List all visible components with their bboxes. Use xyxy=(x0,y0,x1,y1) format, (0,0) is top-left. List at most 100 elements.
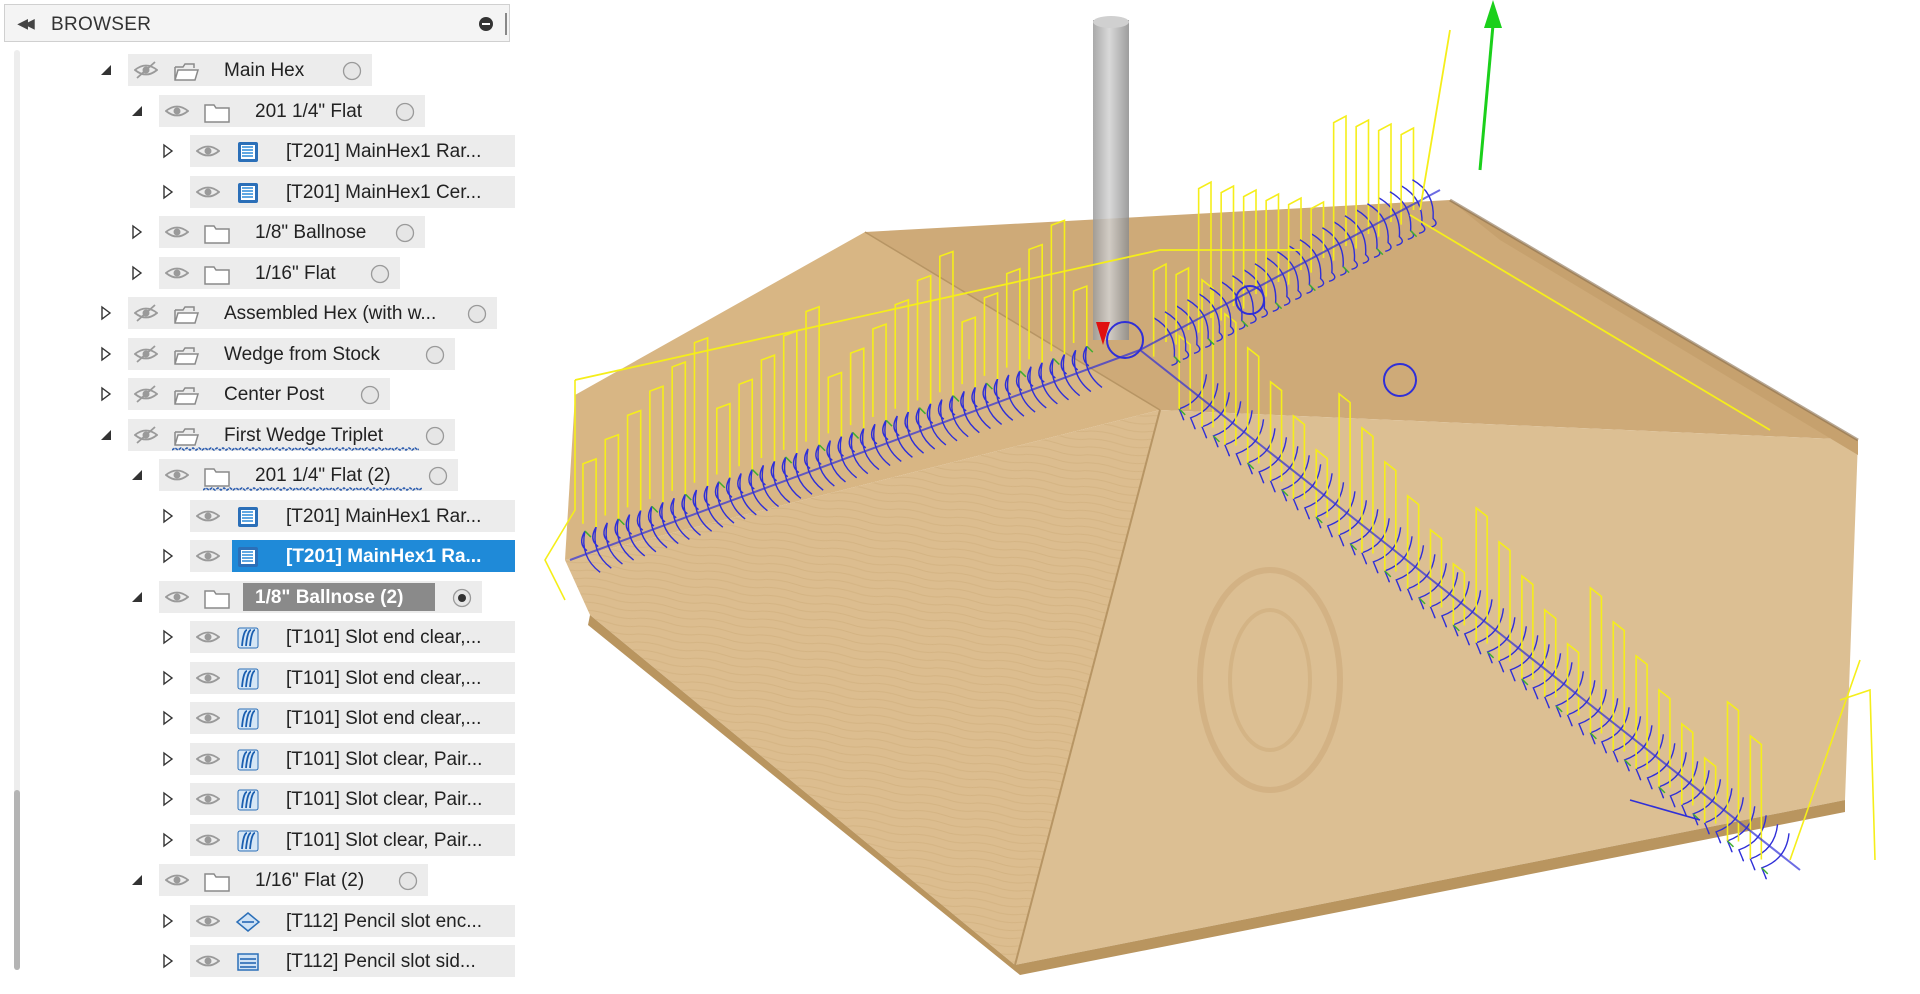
expand-triangle-icon[interactable] xyxy=(160,143,176,159)
eye-hidden-icon[interactable] xyxy=(133,385,159,403)
radio-icon[interactable] xyxy=(395,102,415,122)
tree-row[interactable]: 1/8" Ballnose (2) xyxy=(129,580,515,613)
radio-icon[interactable] xyxy=(425,426,445,446)
expand-triangle-icon[interactable] xyxy=(160,670,176,686)
tree-row[interactable]: 1/16" Flat (2) xyxy=(129,864,515,896)
tree-row[interactable]: [T101] Slot end clear,... xyxy=(160,702,515,734)
collapse-triangle-icon[interactable] xyxy=(129,872,145,888)
collapse-triangle-icon[interactable] xyxy=(98,427,114,443)
setup-icon xyxy=(172,60,200,82)
eye-icon[interactable] xyxy=(195,547,221,565)
eye-icon[interactable] xyxy=(195,709,221,727)
radio-icon[interactable] xyxy=(398,871,418,891)
tree-item-label: [T101] Slot clear, Pair... xyxy=(286,829,483,851)
eye-hidden-icon[interactable] xyxy=(133,425,159,444)
expand-triangle-icon[interactable] xyxy=(160,629,176,645)
eye-icon[interactable] xyxy=(164,871,190,889)
folder-icon xyxy=(203,870,231,892)
minus-circle-icon[interactable] xyxy=(479,17,493,31)
eye-icon[interactable] xyxy=(195,952,221,970)
tree-row[interactable]: First Wedge Triplet xyxy=(98,418,515,451)
expand-triangle-icon[interactable] xyxy=(129,265,145,281)
expand-triangle-icon[interactable] xyxy=(160,710,176,726)
tree-row[interactable]: [T201] MainHex1 Cer... xyxy=(160,175,515,208)
double-chevron-left-icon[interactable]: ◀◀ xyxy=(13,15,35,31)
eye-icon[interactable] xyxy=(195,628,221,646)
op-adaptive-icon xyxy=(234,141,262,163)
collapse-triangle-icon[interactable] xyxy=(129,467,145,483)
tree-row[interactable]: Assembled Hex (with w... xyxy=(98,297,515,329)
expand-triangle-icon[interactable] xyxy=(98,386,114,402)
tree-row[interactable]: Wedge from Stock xyxy=(98,337,515,370)
eye-icon[interactable] xyxy=(195,142,221,160)
browser-panel: ◀◀ BROWSER Main Hex 201 1/4" Flat [T201] M… xyxy=(0,0,515,994)
toolpath-scene[interactable] xyxy=(515,0,1920,994)
eye-icon[interactable] xyxy=(164,466,190,484)
radio-icon[interactable] xyxy=(360,385,380,405)
eye-icon[interactable] xyxy=(164,588,190,606)
cutting-pass xyxy=(1749,824,1779,871)
expand-triangle-icon[interactable] xyxy=(160,184,176,200)
radio-icon[interactable] xyxy=(342,61,362,81)
active-radio-icon[interactable] xyxy=(452,588,472,608)
tree-row[interactable]: 1/8" Ballnose xyxy=(129,216,515,248)
eye-icon[interactable] xyxy=(164,264,190,282)
expand-triangle-icon[interactable] xyxy=(98,346,114,362)
eye-icon[interactable] xyxy=(164,102,190,120)
tree-row[interactable]: [T101] Slot clear, Pair... xyxy=(160,823,515,856)
collapse-triangle-icon[interactable] xyxy=(129,589,145,605)
tree-row[interactable]: Main Hex xyxy=(98,54,515,86)
eye-icon[interactable] xyxy=(164,223,190,241)
tree-item-label: [T201] MainHex1 Ra... xyxy=(286,546,482,567)
expand-triangle-icon[interactable] xyxy=(160,508,176,524)
eye-icon[interactable] xyxy=(195,183,221,201)
collapse-triangle-icon[interactable] xyxy=(98,62,114,78)
eye-icon[interactable] xyxy=(195,750,221,768)
radio-icon[interactable] xyxy=(425,345,445,365)
expand-triangle-icon[interactable] xyxy=(98,305,114,321)
radio-icon[interactable] xyxy=(428,466,448,486)
expand-triangle-icon[interactable] xyxy=(129,224,145,240)
resize-grip[interactable] xyxy=(505,13,507,35)
expand-triangle-icon[interactable] xyxy=(160,751,176,767)
graphics-viewport[interactable] xyxy=(515,0,1920,994)
tree-item-label: First Wedge Triplet xyxy=(224,424,384,446)
tree-row[interactable]: 1/16" Flat xyxy=(129,256,515,289)
expand-triangle-icon[interactable] xyxy=(160,832,176,848)
expand-triangle-icon[interactable] xyxy=(160,791,176,807)
tree-row[interactable]: 201 1/4" Flat xyxy=(129,94,515,127)
warning-squiggle xyxy=(172,446,419,451)
scrollbar-thumb[interactable] xyxy=(14,790,20,970)
tree-row[interactable]: [T112] Pencil slot enc... xyxy=(160,904,515,937)
radio-icon[interactable] xyxy=(370,264,390,284)
folder-icon xyxy=(203,263,231,285)
tree-row[interactable]: [T201] MainHex1 Rar... xyxy=(160,135,515,167)
tree-row[interactable]: Center Post xyxy=(98,378,515,410)
tool-shank-top xyxy=(1093,16,1129,28)
eye-icon[interactable] xyxy=(195,831,221,849)
tree-row[interactable]: [T201] MainHex1 Ra... xyxy=(160,540,515,572)
eye-icon[interactable] xyxy=(195,669,221,687)
expand-triangle-icon[interactable] xyxy=(160,913,176,929)
expand-triangle-icon[interactable] xyxy=(160,548,176,564)
eye-icon[interactable] xyxy=(195,790,221,808)
eye-hidden-icon[interactable] xyxy=(133,61,159,79)
tree-row[interactable]: [T201] MainHex1 Rar... xyxy=(160,499,515,532)
eye-icon[interactable] xyxy=(195,912,221,930)
eye-hidden-icon[interactable] xyxy=(133,344,159,363)
radio-icon[interactable] xyxy=(395,223,415,243)
tree-row[interactable]: 201 1/4" Flat (2) xyxy=(129,459,515,491)
expand-triangle-icon[interactable] xyxy=(160,953,176,969)
eye-icon[interactable] xyxy=(195,507,221,525)
tree-row[interactable]: [T101] Slot clear, Pair... xyxy=(160,742,515,775)
tree-row[interactable]: [T101] Slot clear, Pair... xyxy=(160,783,515,815)
eye-hidden-icon[interactable] xyxy=(133,304,159,322)
warning-squiggle xyxy=(203,487,422,491)
radio-icon[interactable] xyxy=(467,304,487,324)
tree-row[interactable]: [T112] Pencil slot sid... xyxy=(160,945,515,977)
setup-icon xyxy=(172,344,200,366)
tree-row[interactable]: [T101] Slot end clear,... xyxy=(160,621,515,653)
tree-row[interactable]: [T101] Slot end clear,... xyxy=(160,661,515,694)
tree-item-label: 1/8" Ballnose xyxy=(255,222,367,243)
collapse-triangle-icon[interactable] xyxy=(129,103,145,119)
